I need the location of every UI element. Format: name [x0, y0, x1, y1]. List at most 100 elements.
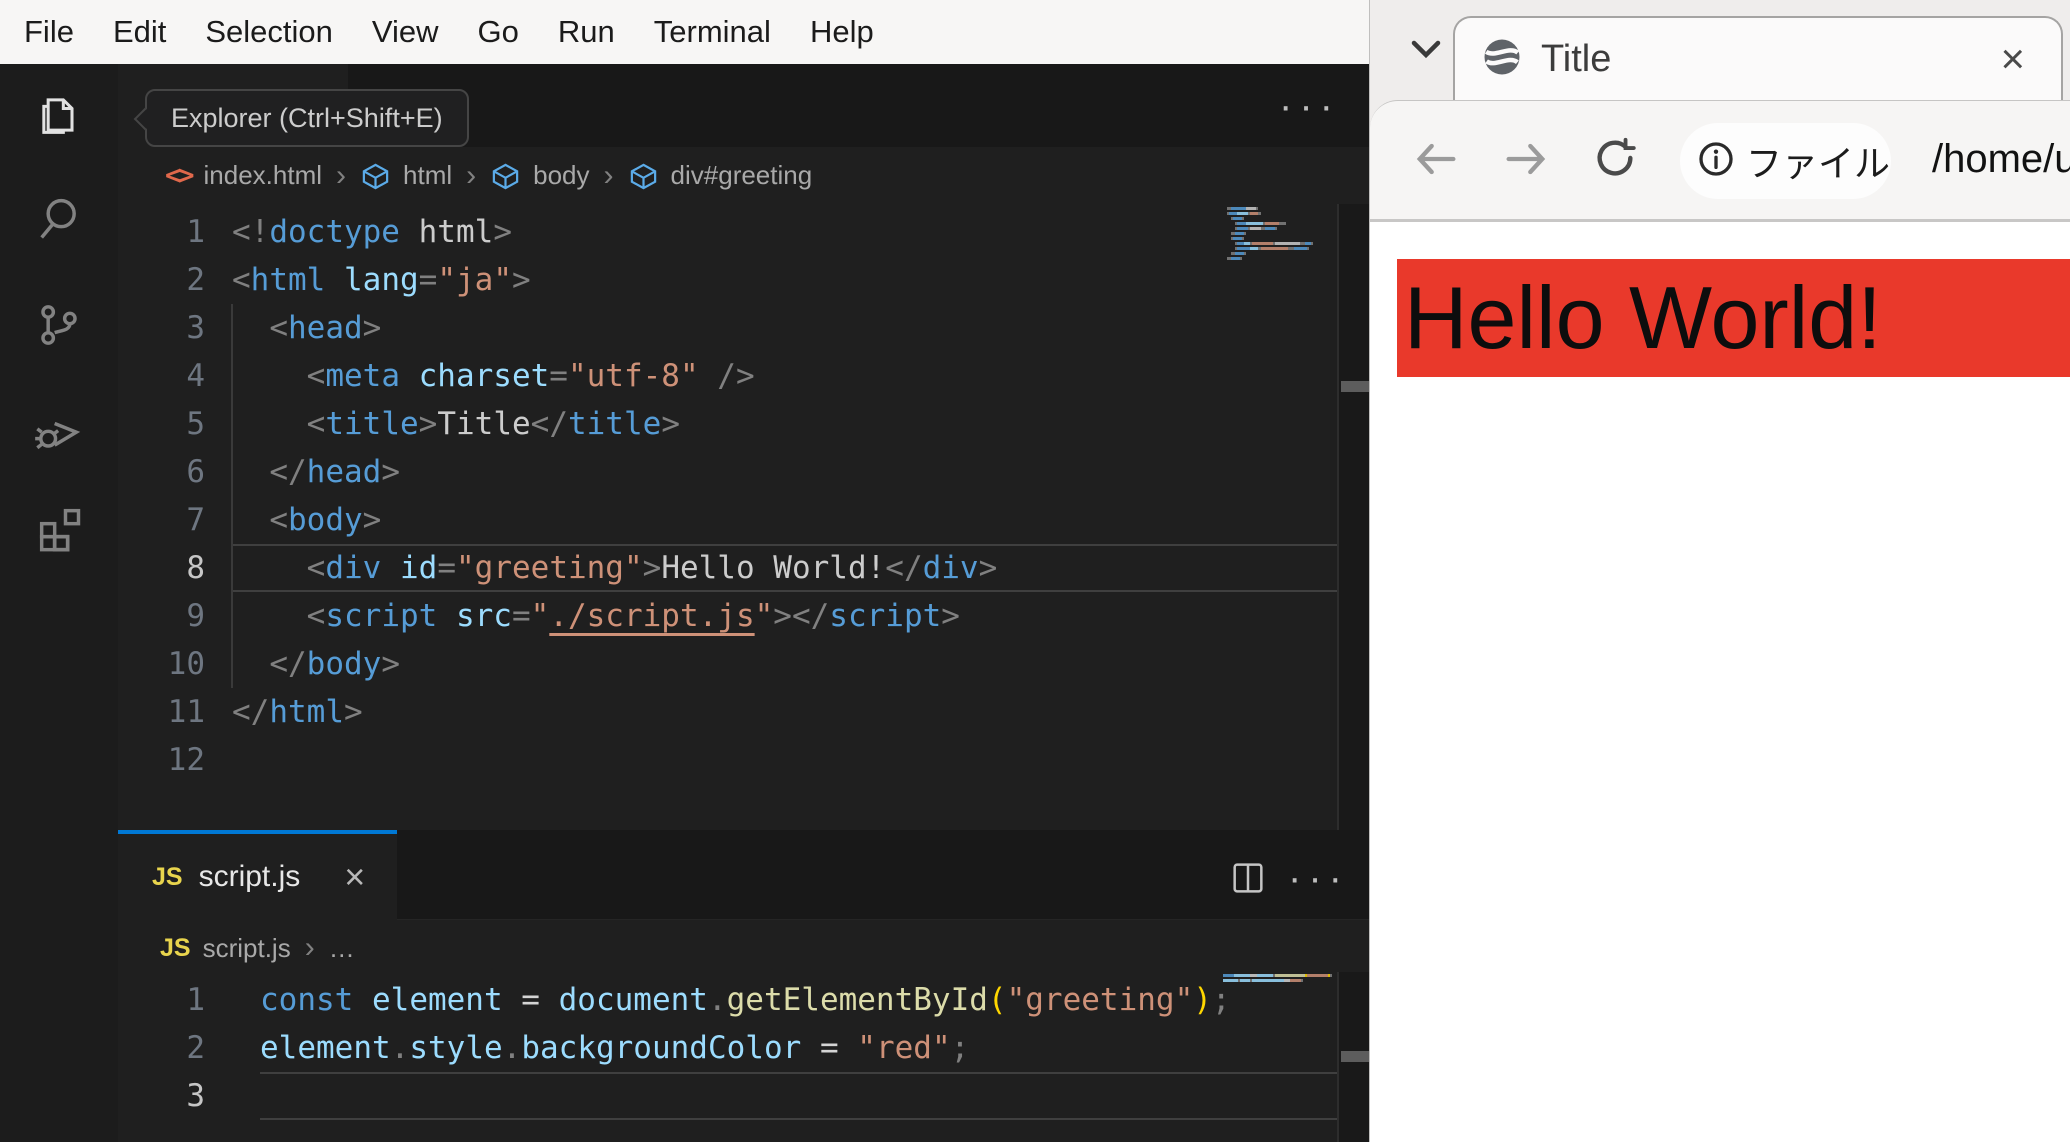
code-line[interactable]: </body> — [232, 640, 1337, 688]
browser-toolbar: ファイル /home/u — [1370, 100, 2070, 219]
symbol-cube-icon — [628, 159, 659, 192]
code-line[interactable]: <title>Title</title> — [232, 400, 1337, 448]
source-control-icon[interactable] — [33, 299, 85, 351]
breadcrumb-file[interactable]: index.html — [204, 160, 323, 191]
chevron-right-icon: › — [336, 158, 347, 192]
symbol-cube-icon — [490, 159, 521, 192]
indent-guide — [231, 304, 233, 688]
code-line[interactable]: <html lang="ja"> — [232, 256, 1337, 304]
vscode-menubar: File Edit Selection View Go Run Terminal… — [0, 0, 1369, 64]
line-number: 12 — [167, 742, 205, 778]
explorer-icon[interactable] — [33, 89, 85, 141]
line-number: 6 — [186, 454, 205, 490]
tab-label: script.js — [198, 860, 301, 893]
close-icon[interactable]: × — [2000, 35, 2025, 83]
line-number: 7 — [186, 502, 205, 538]
line-number: 3 — [186, 1078, 205, 1114]
menu-help[interactable]: Help — [810, 14, 874, 50]
menu-view[interactable]: View — [372, 14, 439, 50]
code-line[interactable]: <div id="greeting">Hello World!</div> — [232, 544, 1337, 592]
code-line[interactable]: <head> — [232, 304, 1337, 352]
tab-list-chevron-down-icon[interactable] — [1408, 36, 1444, 67]
symbol-cube-icon — [360, 159, 391, 192]
chevron-right-icon: › — [304, 931, 315, 964]
screen: File Edit Selection View Go Run Terminal… — [0, 0, 2070, 1142]
breadcrumb: <> index.html › html › body › div#greeti… — [165, 147, 812, 204]
code-editor-html[interactable]: 1 2 3 4 5 6 7 8 9 10 11 12 <!doctype html> <html lan… — [118, 204, 1337, 830]
code-line[interactable]: const element = document.getElementById(… — [260, 976, 1337, 1024]
menu-run[interactable]: Run — [558, 14, 615, 50]
minimap-js[interactable] — [1223, 974, 1335, 989]
forward-icon[interactable] — [1500, 133, 1552, 190]
line-number: 9 — [186, 598, 205, 634]
code-line[interactable]: element.style.backgroundColor = "red"; — [260, 1024, 1337, 1072]
extensions-icon[interactable] — [33, 502, 85, 554]
line-numbers: 1 2 3 — [118, 976, 205, 1120]
search-icon[interactable] — [33, 192, 85, 244]
line-number: 1 — [186, 982, 205, 1018]
browser-tab-title: Title — [1541, 37, 1612, 80]
breadcrumb-script: JS script.js › … — [160, 922, 355, 974]
line-number: 5 — [186, 406, 205, 442]
line-number: 4 — [186, 358, 205, 394]
tab-script-js[interactable]: JS script.js × — [118, 830, 397, 920]
code-line[interactable]: </head> — [232, 448, 1337, 496]
breadcrumb-html[interactable]: html — [403, 160, 452, 191]
browser-tab[interactable]: Title × — [1453, 16, 2063, 100]
code-line[interactable]: <!doctype html> — [232, 208, 1337, 256]
activity-bar — [0, 64, 118, 1142]
line-number: 2 — [186, 262, 205, 298]
back-icon[interactable] — [1410, 133, 1462, 190]
line-numbers: 1 2 3 4 5 6 7 8 9 10 11 12 — [118, 208, 205, 784]
line-number: 1 — [186, 214, 205, 250]
breadcrumb-body[interactable]: body — [533, 160, 589, 191]
code-lines[interactable]: <!doctype html> <html lang="ja"> <head> <… — [232, 208, 1337, 784]
line-number: 11 — [167, 694, 205, 730]
code-line[interactable]: </html> — [232, 688, 1337, 736]
close-icon[interactable]: × — [344, 856, 365, 898]
line-number: 8 — [186, 550, 205, 586]
code-line[interactable]: <script src="./script.js"></script> — [232, 592, 1337, 640]
chevron-right-icon: › — [466, 158, 477, 192]
code-line[interactable] — [260, 1072, 1337, 1120]
code-lines[interactable]: const element = document.getElementById(… — [260, 976, 1337, 1120]
menu-file[interactable]: File — [24, 14, 74, 50]
breadcrumb-more[interactable]: … — [329, 933, 355, 964]
menu-terminal[interactable]: Terminal — [654, 14, 771, 50]
editor-more-actions-icon[interactable]: ··· — [1279, 84, 1340, 129]
info-icon[interactable] — [1696, 139, 1736, 184]
js-file-icon: JS — [152, 862, 183, 891]
editor-more-actions-icon[interactable]: ··· — [1288, 856, 1349, 901]
chevron-right-icon: › — [603, 158, 614, 192]
browser-window: Title × ファイル /home/u Hello World! — [1369, 0, 2070, 1142]
url-scheme-chip[interactable]: ファイル — [1680, 123, 1891, 199]
menu-selection[interactable]: Selection — [205, 14, 333, 50]
menu-go[interactable]: Go — [478, 14, 519, 50]
line-number: 3 — [186, 310, 205, 346]
editor-tabbar-bottom: JS script.js × — [118, 830, 1369, 920]
run-debug-icon[interactable] — [33, 404, 85, 456]
url-scheme-label: ファイル — [1746, 143, 1891, 184]
code-line[interactable]: <body> — [232, 496, 1337, 544]
line-number: 10 — [167, 646, 205, 682]
code-line[interactable] — [232, 736, 1337, 784]
breadcrumb-div-greeting[interactable]: div#greeting — [671, 160, 813, 191]
minimap-html[interactable] — [1227, 207, 1335, 267]
breadcrumb-file[interactable]: script.js — [203, 933, 291, 964]
menu-edit[interactable]: Edit — [113, 14, 166, 50]
reload-icon[interactable] — [1592, 135, 1638, 186]
browser-page: Hello World! — [1370, 222, 2070, 1142]
scrollbar-thumb[interactable] — [1341, 381, 1369, 392]
scrollbar-thumb[interactable] — [1341, 1051, 1369, 1062]
code-editor-js[interactable]: 1 2 3 const element = document.getElementB… — [118, 972, 1337, 1142]
code-line[interactable]: <meta charset="utf-8" /> — [232, 352, 1337, 400]
split-editor-icon[interactable] — [1228, 858, 1268, 903]
html-file-icon: <> — [165, 160, 194, 191]
js-file-icon: JS — [160, 933, 191, 962]
explorer-tooltip: Explorer (Ctrl+Shift+E) — [133, 89, 469, 147]
address-bar-url[interactable]: /home/u — [1932, 137, 2070, 182]
globe-icon — [1481, 36, 1523, 83]
tooltip-text: Explorer (Ctrl+Shift+E) — [171, 102, 443, 133]
line-number: 2 — [186, 1030, 205, 1066]
greeting-text: Hello World! — [1404, 268, 1882, 367]
